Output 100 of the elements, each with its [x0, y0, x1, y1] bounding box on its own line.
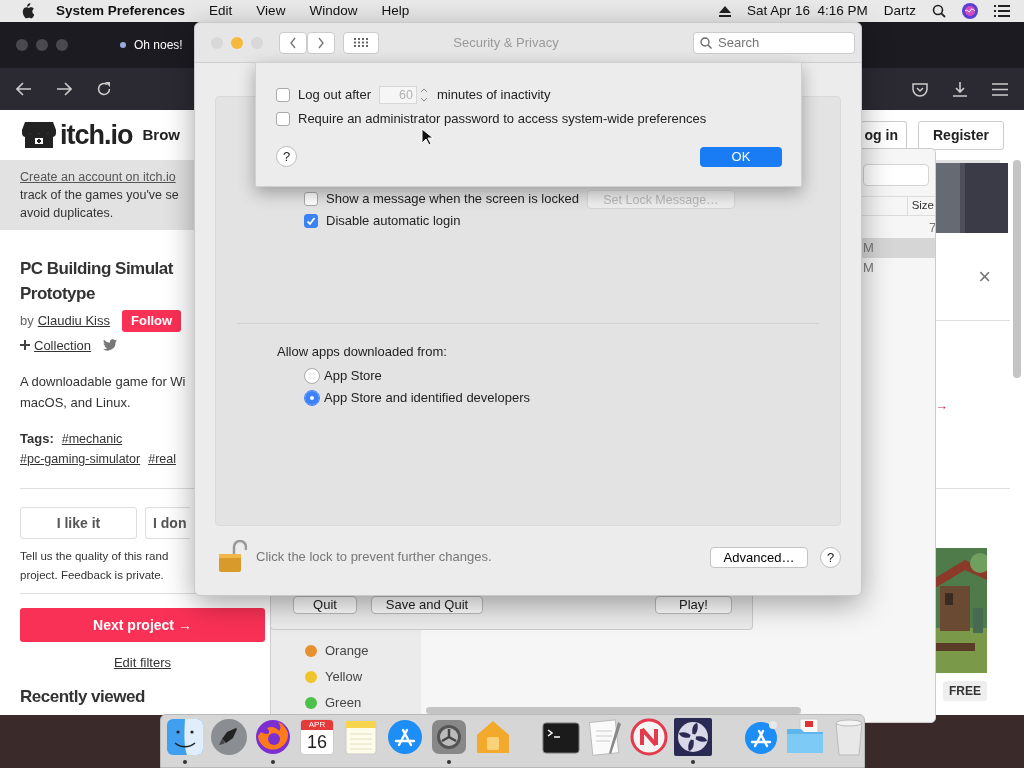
checkbox[interactable]	[304, 214, 318, 228]
pocket-icon[interactable]	[912, 81, 928, 97]
checkbox-label: Show a message when the screen is locked	[326, 190, 579, 209]
checkbox-label: Log out after	[298, 86, 371, 105]
user-menu[interactable]: Dartz	[883, 0, 916, 22]
checkbox[interactable]	[304, 192, 318, 206]
window-title: Security & Privacy	[452, 33, 560, 52]
author-link[interactable]: Claudiu Kiss	[37, 311, 110, 331]
list-icon[interactable]	[994, 5, 1010, 17]
menu-item[interactable]: View	[256, 0, 286, 22]
advanced-button[interactable]: Advanced…	[710, 546, 808, 568]
radio-button[interactable]	[304, 389, 320, 406]
site-logo[interactable]: itch.io	[60, 114, 133, 156]
show-all-button[interactable]	[343, 31, 379, 54]
description-text: A downloadable game for Wi	[20, 373, 186, 391]
checkbox[interactable]	[276, 88, 290, 102]
dislike-button[interactable]: I don	[145, 507, 190, 539]
next-project-button[interactable]: Next project →	[20, 608, 265, 642]
cursor-icon	[421, 128, 433, 146]
forward-icon[interactable]	[56, 82, 72, 96]
sidebar-tag[interactable]: Green	[325, 693, 362, 713]
menu-icon[interactable]	[992, 82, 1008, 96]
chevron-left-icon[interactable]	[289, 36, 297, 49]
tag-link[interactable]: #pc-gaming-simulator	[20, 449, 141, 469]
padlock-icon[interactable]	[217, 540, 247, 574]
close-button[interactable]: ×	[978, 260, 991, 293]
register-button[interactable]: Register	[918, 120, 1004, 150]
price-tag: FREE	[943, 681, 987, 701]
checkbox[interactable]	[276, 111, 290, 126]
ok-button[interactable]: OK	[700, 146, 782, 167]
lock-hint-text: Click the lock to prevent further changes.	[256, 548, 492, 567]
play-button[interactable]: Play!	[655, 596, 732, 614]
collection-link[interactable]: Collection	[34, 335, 92, 355]
search-field[interactable]	[863, 164, 929, 186]
table-cell-text: 7	[929, 219, 935, 238]
save-and-quit-button[interactable]: Save and Quit	[371, 596, 483, 614]
reload-icon[interactable]	[96, 81, 112, 97]
eject-icon[interactable]	[718, 5, 731, 17]
sidebar-tag[interactable]: Yellow	[325, 667, 363, 687]
like-button[interactable]: I like it	[20, 507, 137, 539]
forward-button[interactable]	[307, 31, 335, 54]
radio-button[interactable]	[304, 367, 320, 384]
radio-label: App Store and identified developers	[324, 388, 530, 407]
banner-text: avoid duplicates.	[20, 205, 114, 222]
apple-icon	[20, 3, 34, 19]
nav-link[interactable]: Brow	[142, 123, 180, 147]
signup-link[interactable]: Create an account on itch.io	[20, 168, 176, 186]
search-icon[interactable]	[932, 4, 946, 18]
grid-icon[interactable]	[354, 38, 368, 47]
arrow-link[interactable]: →	[935, 398, 948, 413]
description-text: macOS, and Linux.	[20, 394, 131, 412]
calendar-month: APR	[301, 720, 333, 730]
search-field[interactable]: Search	[693, 31, 855, 54]
scrollbar[interactable]	[426, 707, 801, 714]
tag-link[interactable]: #real	[148, 449, 176, 469]
app-menu[interactable]: System Preferences	[56, 0, 186, 22]
gear-app[interactable]	[429, 717, 469, 765]
sidebar-tag[interactable]: Orange	[325, 641, 369, 661]
window-control[interactable]	[36, 39, 48, 51]
window-control[interactable]	[56, 39, 68, 51]
checkbox-label: Require an administrator password to access system-wide preferences	[298, 109, 707, 128]
help-button[interactable]: ?	[820, 546, 841, 568]
calendar-day: 16	[307, 730, 327, 754]
stepper-icon[interactable]	[419, 86, 429, 104]
tags-label: Tags:	[20, 430, 54, 449]
plus-icon[interactable]	[20, 340, 30, 351]
byline-text: by	[20, 312, 34, 330]
back-button[interactable]	[279, 31, 307, 54]
radio-label: App Store	[324, 366, 382, 385]
browser-tab[interactable]: Oh noes!	[134, 36, 183, 54]
menu-item[interactable]: Help	[381, 0, 410, 22]
gamepad-store-icon	[22, 120, 56, 150]
edit-filters-link[interactable]: Edit filters	[113, 655, 172, 670]
follow-button[interactable]: Follow	[122, 310, 182, 332]
menu-clock[interactable]: Sat Apr 16 4:16 PM	[746, 0, 868, 22]
file-row[interactable]: M	[862, 258, 935, 278]
tag-link[interactable]: #mechanic	[61, 429, 123, 449]
fox-globe-app[interactable]	[253, 717, 293, 765]
section-heading: Recently viewed	[20, 686, 145, 708]
game-title: Prototype	[20, 283, 95, 305]
help-button[interactable]: ?	[276, 146, 297, 167]
scrollbar[interactable]	[1013, 160, 1021, 378]
menu-item[interactable]: Window	[309, 0, 358, 22]
game-title: PC Building Simulat	[20, 258, 173, 280]
section-label: Allow apps downloaded from:	[276, 343, 448, 361]
feedback-text: project. Feedback is private.	[20, 568, 164, 583]
finder-face-app[interactable]	[165, 717, 205, 765]
feedback-text: Tell us the quality of this rand	[20, 549, 169, 564]
banner-text: track of the games you've se	[20, 187, 179, 204]
menu-item[interactable]: Edit	[209, 0, 233, 22]
column-header[interactable]: Size	[906, 197, 935, 215]
search-icon	[700, 36, 712, 49]
chevron-right-icon[interactable]	[317, 36, 325, 49]
window-control[interactable]	[16, 39, 28, 51]
siri-icon[interactable]	[962, 3, 978, 19]
quit-button[interactable]: Quit	[293, 596, 357, 614]
fan-app[interactable]	[673, 717, 713, 765]
back-icon[interactable]	[16, 82, 32, 96]
download-icon[interactable]	[952, 81, 968, 97]
bird-icon[interactable]	[103, 339, 118, 352]
